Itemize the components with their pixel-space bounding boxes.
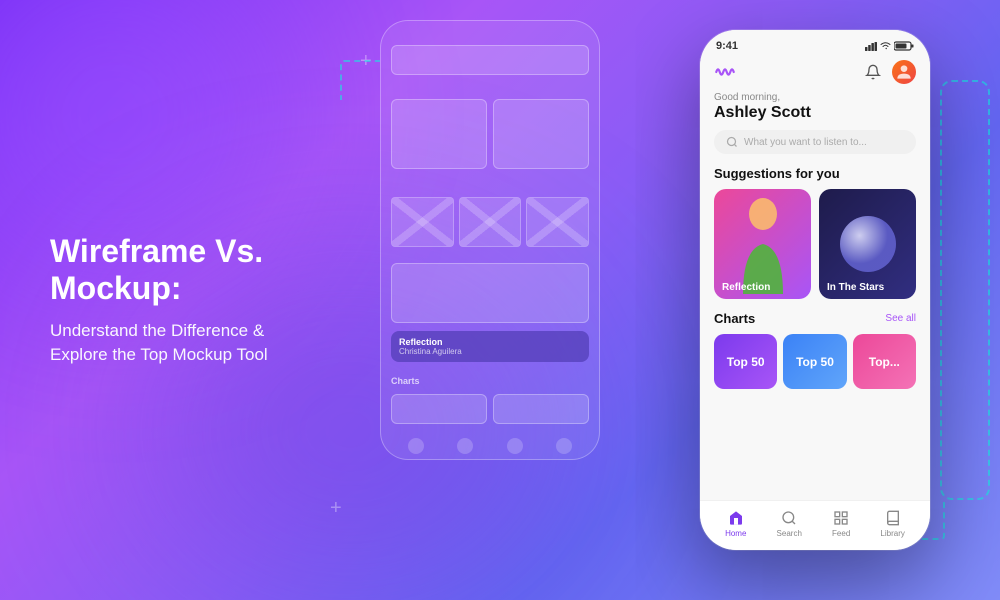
- chart-card-2[interactable]: Top 50: [783, 334, 846, 389]
- phone-bottom-nav: Home Search: [700, 500, 930, 550]
- search-bar[interactable]: What you want to listen to...: [714, 130, 916, 154]
- page-content: Wireframe Vs. Mockup: Understand the Dif…: [0, 0, 1000, 600]
- header-logo: [714, 65, 736, 79]
- nav-library-label: Library: [880, 529, 904, 538]
- sub-title: Understand the Difference & Explore the …: [50, 319, 340, 367]
- user-name: Ashley Scott: [714, 104, 916, 122]
- bell-icon[interactable]: [862, 61, 884, 83]
- mockup-phone: 9:41: [700, 30, 930, 550]
- wf-nav-dot-4: [556, 438, 572, 454]
- nav-home[interactable]: Home: [725, 509, 746, 538]
- battery-icon: [894, 41, 914, 51]
- home-icon: [727, 509, 745, 527]
- nav-feed-label: Feed: [832, 529, 850, 538]
- wf-small-2: [459, 197, 522, 247]
- status-icons: [865, 41, 914, 51]
- feed-icon: [832, 509, 850, 527]
- wf-song-title: Reflection: [399, 337, 581, 347]
- phone-status-bar: 9:41: [700, 30, 930, 56]
- wf-charts-row: [391, 394, 589, 424]
- library-icon: [884, 509, 902, 527]
- wf-nav-dot-1: [408, 438, 424, 454]
- header-icons: [862, 60, 916, 84]
- phone-header: [700, 56, 930, 92]
- library-svg: [885, 510, 901, 526]
- wf-bottom-box: [391, 263, 589, 323]
- phone-body: Good morning, Ashley Scott What you want…: [700, 92, 930, 500]
- wf-nav: [391, 432, 589, 454]
- dashed-accent: [940, 80, 990, 500]
- wf-chart-box-2: [493, 394, 589, 424]
- search-nav-icon: [780, 509, 798, 527]
- wf-nav-dot-2: [457, 438, 473, 454]
- nav-home-label: Home: [725, 529, 746, 538]
- wf-img-row: [391, 99, 589, 169]
- signal-icon: [865, 42, 877, 51]
- charts-row: Top 50 Top 50 Top...: [714, 334, 916, 389]
- nav-search-label: Search: [777, 529, 802, 538]
- wireframe-phone: Reflection Christina Aguilera Charts: [380, 20, 600, 460]
- suggestions-title: Suggestions for you: [714, 166, 840, 181]
- wifi-icon: [880, 42, 891, 50]
- wf-small-1: [391, 197, 454, 247]
- wf-song-card: Reflection Christina Aguilera: [391, 331, 589, 362]
- bell-svg: [865, 64, 881, 80]
- suggestions-row: Reflection: [714, 189, 916, 299]
- charts-see-all[interactable]: See all: [885, 313, 916, 324]
- suggestions-header: Suggestions for you: [714, 166, 916, 181]
- phones-section: Reflection Christina Aguilera Charts: [340, 0, 1000, 600]
- chart-label-2: Top 50: [796, 355, 834, 369]
- search-nav-svg: [781, 510, 797, 526]
- chart-label-1: Top 50: [727, 355, 765, 369]
- wf-small-boxes: [391, 197, 589, 247]
- status-time: 9:41: [716, 40, 738, 52]
- wf-img-box-2: [493, 99, 589, 169]
- main-title: Wireframe Vs. Mockup:: [50, 233, 340, 307]
- search-icon: [726, 136, 738, 148]
- wf-small-3: [526, 197, 589, 247]
- wf-row-2: [391, 263, 589, 323]
- nav-search[interactable]: Search: [777, 509, 802, 538]
- wf-header-box: [391, 45, 589, 75]
- chart-card-1[interactable]: Top 50: [714, 334, 777, 389]
- person-silhouette: [733, 194, 793, 294]
- text-section: Wireframe Vs. Mockup: Understand the Dif…: [0, 233, 340, 366]
- wf-song-artist: Christina Aguilera: [399, 347, 581, 356]
- nav-library[interactable]: Library: [880, 509, 904, 538]
- suggestion-card-stars[interactable]: In The Stars: [819, 189, 916, 299]
- home-svg: [728, 510, 744, 526]
- greeting-text: Good morning,: [714, 92, 916, 103]
- wf-nav-dot-3: [507, 438, 523, 454]
- charts-title: Charts: [714, 311, 755, 326]
- nav-feed[interactable]: Feed: [832, 509, 850, 538]
- logo-wave-icon: [714, 65, 736, 79]
- wf-header-row: [391, 45, 589, 75]
- card-stars-label: In The Stars: [827, 282, 884, 293]
- avatar-svg: [894, 62, 914, 82]
- sphere-svg: [833, 209, 903, 279]
- chart-card-3[interactable]: Top...: [853, 334, 916, 389]
- feed-svg: [833, 510, 849, 526]
- charts-header: Charts See all: [714, 311, 916, 326]
- suggestion-card-reflection[interactable]: Reflection: [714, 189, 811, 299]
- card-reflection-label: Reflection: [722, 282, 770, 293]
- search-placeholder: What you want to listen to...: [744, 137, 867, 148]
- chart-label-3: Top...: [869, 355, 900, 369]
- wf-img-box-1: [391, 99, 487, 169]
- user-avatar[interactable]: [892, 60, 916, 84]
- wf-charts-label: Charts: [391, 376, 589, 386]
- wf-chart-box-1: [391, 394, 487, 424]
